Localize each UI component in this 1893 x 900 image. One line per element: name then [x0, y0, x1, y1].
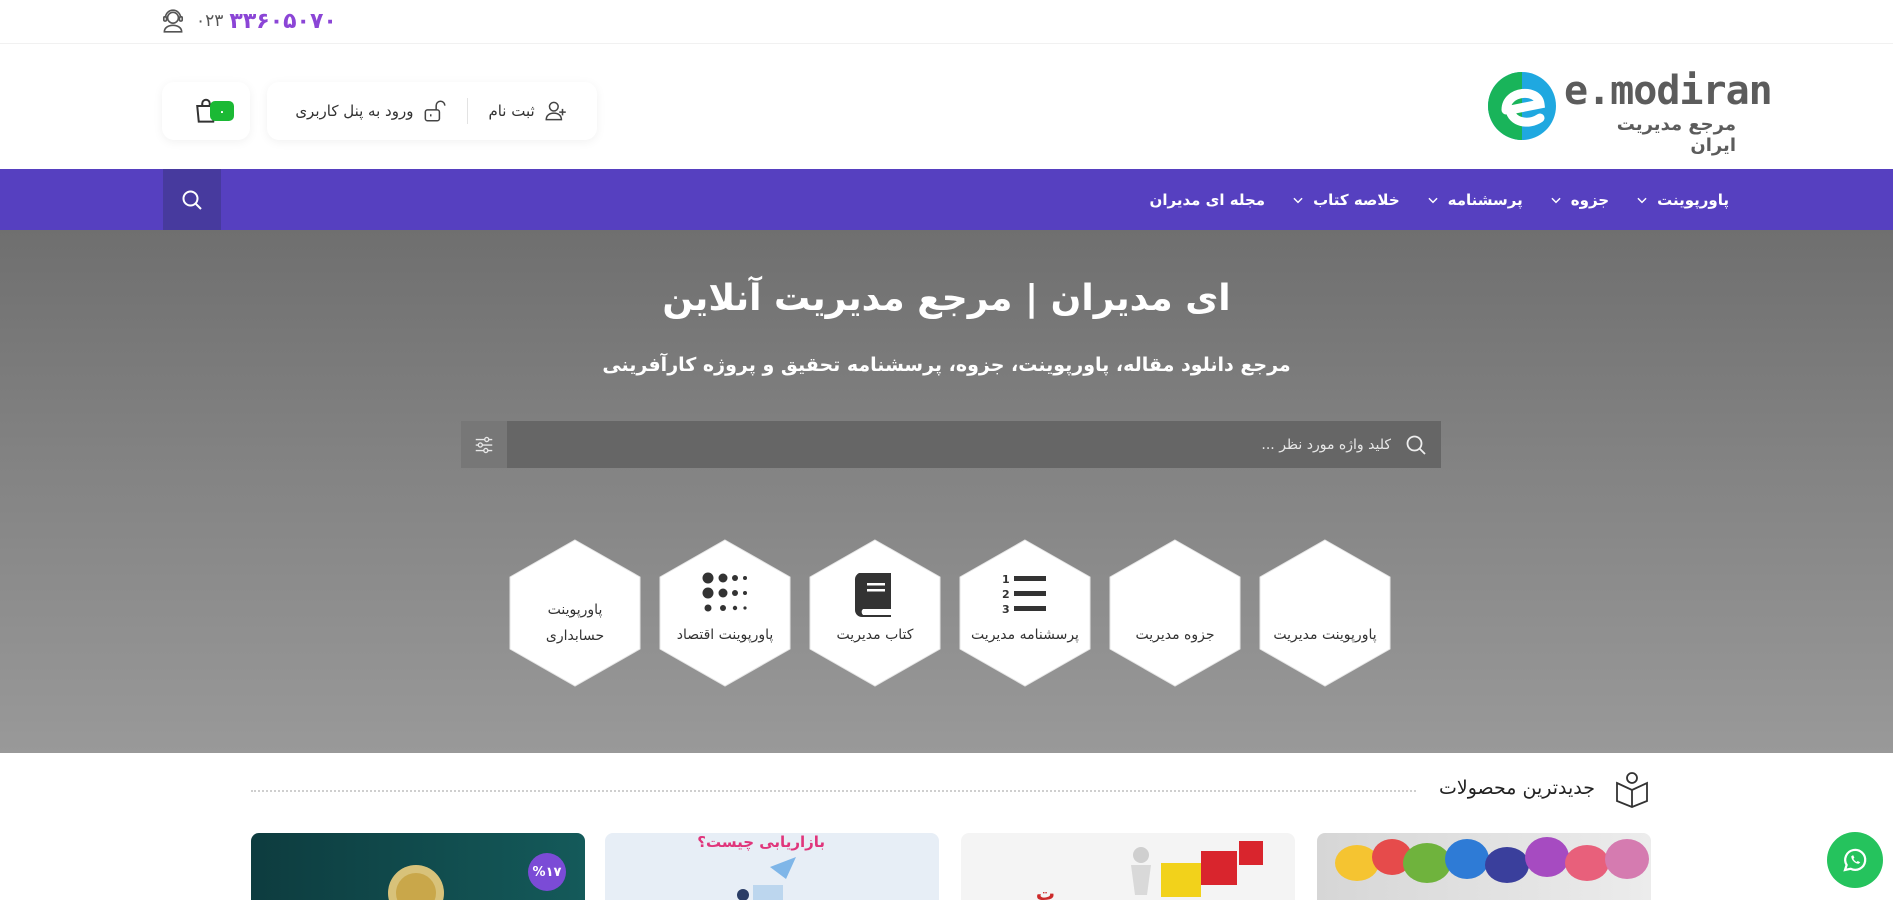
phone-number[interactable]: ۳۳۶۰۵۰۷۰: [229, 9, 336, 34]
nav-item-label: پرسشنامه: [1447, 190, 1523, 209]
auth-divider: [467, 98, 469, 124]
product-thumbnail: [1131, 841, 1263, 897]
login-link[interactable]: ورود به پنل کاربری: [275, 98, 467, 124]
category-label: پاورپوینت اقتصاد: [676, 627, 774, 643]
category-book-management[interactable]: کتاب مدیریت: [807, 537, 943, 689]
user-add-icon: [545, 101, 566, 121]
product-thumbnail: [1335, 837, 1649, 883]
cart-button[interactable]: ۰: [162, 82, 250, 140]
search-icon: [182, 190, 202, 210]
product-card-text: بازاریابی چیست؟: [697, 833, 825, 851]
top-bar: ۰۲۳ ۳۳۶۰۵۰۷۰: [0, 0, 1893, 44]
numbered-list-icon: 1 2 3: [1002, 573, 1046, 616]
svg-text:2: 2: [1002, 588, 1010, 601]
hero-search-button[interactable]: [1391, 421, 1441, 468]
nav-item-questionnaire[interactable]: پرسشنامه: [1426, 191, 1523, 209]
dots-grid-icon: [702, 572, 747, 612]
logo-subtitle: مرجع مدیریت ایران: [1616, 114, 1736, 156]
discount-badge: %۱۷: [528, 853, 566, 891]
nav-item-label: مجله ای مدیران: [1149, 190, 1266, 209]
open-box-icon: [1616, 772, 1648, 808]
chevron-down-icon: [1428, 197, 1438, 203]
logo-mark-icon: [1488, 72, 1556, 140]
whatsapp-chat-button[interactable]: [1827, 832, 1883, 888]
site-logo[interactable]: e.modiran مرجع مدیریت ایران: [1486, 68, 1773, 156]
cart-count-badge: ۰: [210, 101, 234, 121]
product-card[interactable]: [1317, 833, 1651, 900]
category-powerpoint-accounting[interactable]: پاورپوینت حسابداری: [507, 537, 643, 689]
logo-title: e.modiran: [1564, 68, 1773, 114]
category-label-line1: پاورپوینت: [547, 602, 603, 618]
category-label-line2: حسابداری: [545, 628, 605, 644]
product-card-text: ت: [1035, 883, 1055, 900]
auth-box: ثبت نام ورود به پنل کاربری: [267, 82, 597, 140]
nav-item-magazine[interactable]: مجله ای مدیران: [1150, 191, 1266, 209]
product-card[interactable]: ت: [961, 833, 1295, 900]
product-card[interactable]: %۱۷: [251, 833, 585, 900]
register-label: ثبت نام: [488, 102, 535, 120]
section-title: جدیدترین محصولات: [1439, 777, 1595, 799]
nav-menu: پاورپوینت جزوه پرسشنامه خلاصه کتاب مجله …: [1150, 169, 1729, 230]
nav-item-book-summary[interactable]: خلاصه کتاب: [1291, 191, 1400, 209]
support-agent-icon: [162, 9, 184, 33]
chevron-down-icon: [1551, 197, 1561, 203]
hero-title: ای مدیران | مرجع مدیریت آنلاین: [662, 278, 1231, 319]
category-powerpoint-management[interactable]: پاورپوینت مدیریت: [1257, 537, 1393, 689]
svg-text:3: 3: [1002, 603, 1010, 616]
header: ۰ ثبت نام ورود به پنل کاربری e.modiran م…: [0, 44, 1893, 169]
category-hexes: پاورپوینت مدیریت جزوه مدیریت 1 2 3 پرسشن…: [0, 537, 1893, 689]
category-label: جزوه مدیریت: [1135, 627, 1215, 643]
nav-item-label: پاورپوینت: [1657, 190, 1729, 209]
newest-products-header: جدیدترین محصولات: [0, 768, 1893, 812]
search-filter-button[interactable]: [461, 421, 507, 468]
whatsapp-icon: [1843, 848, 1867, 872]
hexagon-shape: [1109, 539, 1241, 687]
section-divider: [251, 790, 1416, 792]
category-powerpoint-economics[interactable]: پاورپوینت اقتصاد: [657, 537, 793, 689]
category-label: پاورپوینت حسابداری: [513, 597, 637, 649]
hero-search-input[interactable]: [507, 421, 1391, 468]
hero-subtitle: مرجع دانلود مقاله، پاورپوینت، جزوه، پرسش…: [602, 354, 1291, 376]
register-link[interactable]: ثبت نام: [468, 98, 588, 124]
category-label: کتاب مدیریت: [836, 627, 914, 643]
nav-item-powerpoint[interactable]: پاورپوینت: [1635, 191, 1729, 209]
hero-search-bar: [461, 421, 1441, 468]
nav-item-label: جزوه: [1570, 190, 1610, 209]
svg-text:1: 1: [1002, 573, 1010, 586]
category-notes-management[interactable]: جزوه مدیریت: [1107, 537, 1243, 689]
login-label: ورود به پنل کاربری: [295, 102, 414, 120]
product-card[interactable]: بازاریابی چیست؟: [605, 833, 939, 900]
search-icon: [1406, 435, 1426, 455]
chevron-down-icon: [1637, 197, 1647, 203]
category-label: پاورپوینت مدیریت: [1273, 627, 1377, 643]
phone-contact[interactable]: ۰۲۳ ۳۳۶۰۵۰۷۰: [160, 6, 337, 36]
nav-item-notes[interactable]: جزوه: [1549, 191, 1609, 209]
hero-section: ای مدیران | مرجع مدیریت آنلاین مرجع دانل…: [0, 230, 1893, 753]
phone-area-code: ۰۲۳: [196, 11, 224, 31]
category-label: پرسشنامه مدیریت: [971, 627, 1079, 643]
sliders-icon: [475, 436, 493, 453]
chevron-down-icon: [1293, 197, 1303, 203]
nav-item-label: خلاصه کتاب: [1313, 190, 1400, 209]
main-nav: پاورپوینت جزوه پرسشنامه خلاصه کتاب مجله …: [0, 169, 1893, 230]
nav-search-button[interactable]: [163, 169, 221, 230]
category-questionnaire-management[interactable]: 1 2 3 پرسشنامه مدیریت: [957, 537, 1093, 689]
book-icon: [854, 573, 891, 617]
hexagon-shape: [1259, 539, 1391, 687]
unlock-icon: [425, 100, 447, 122]
